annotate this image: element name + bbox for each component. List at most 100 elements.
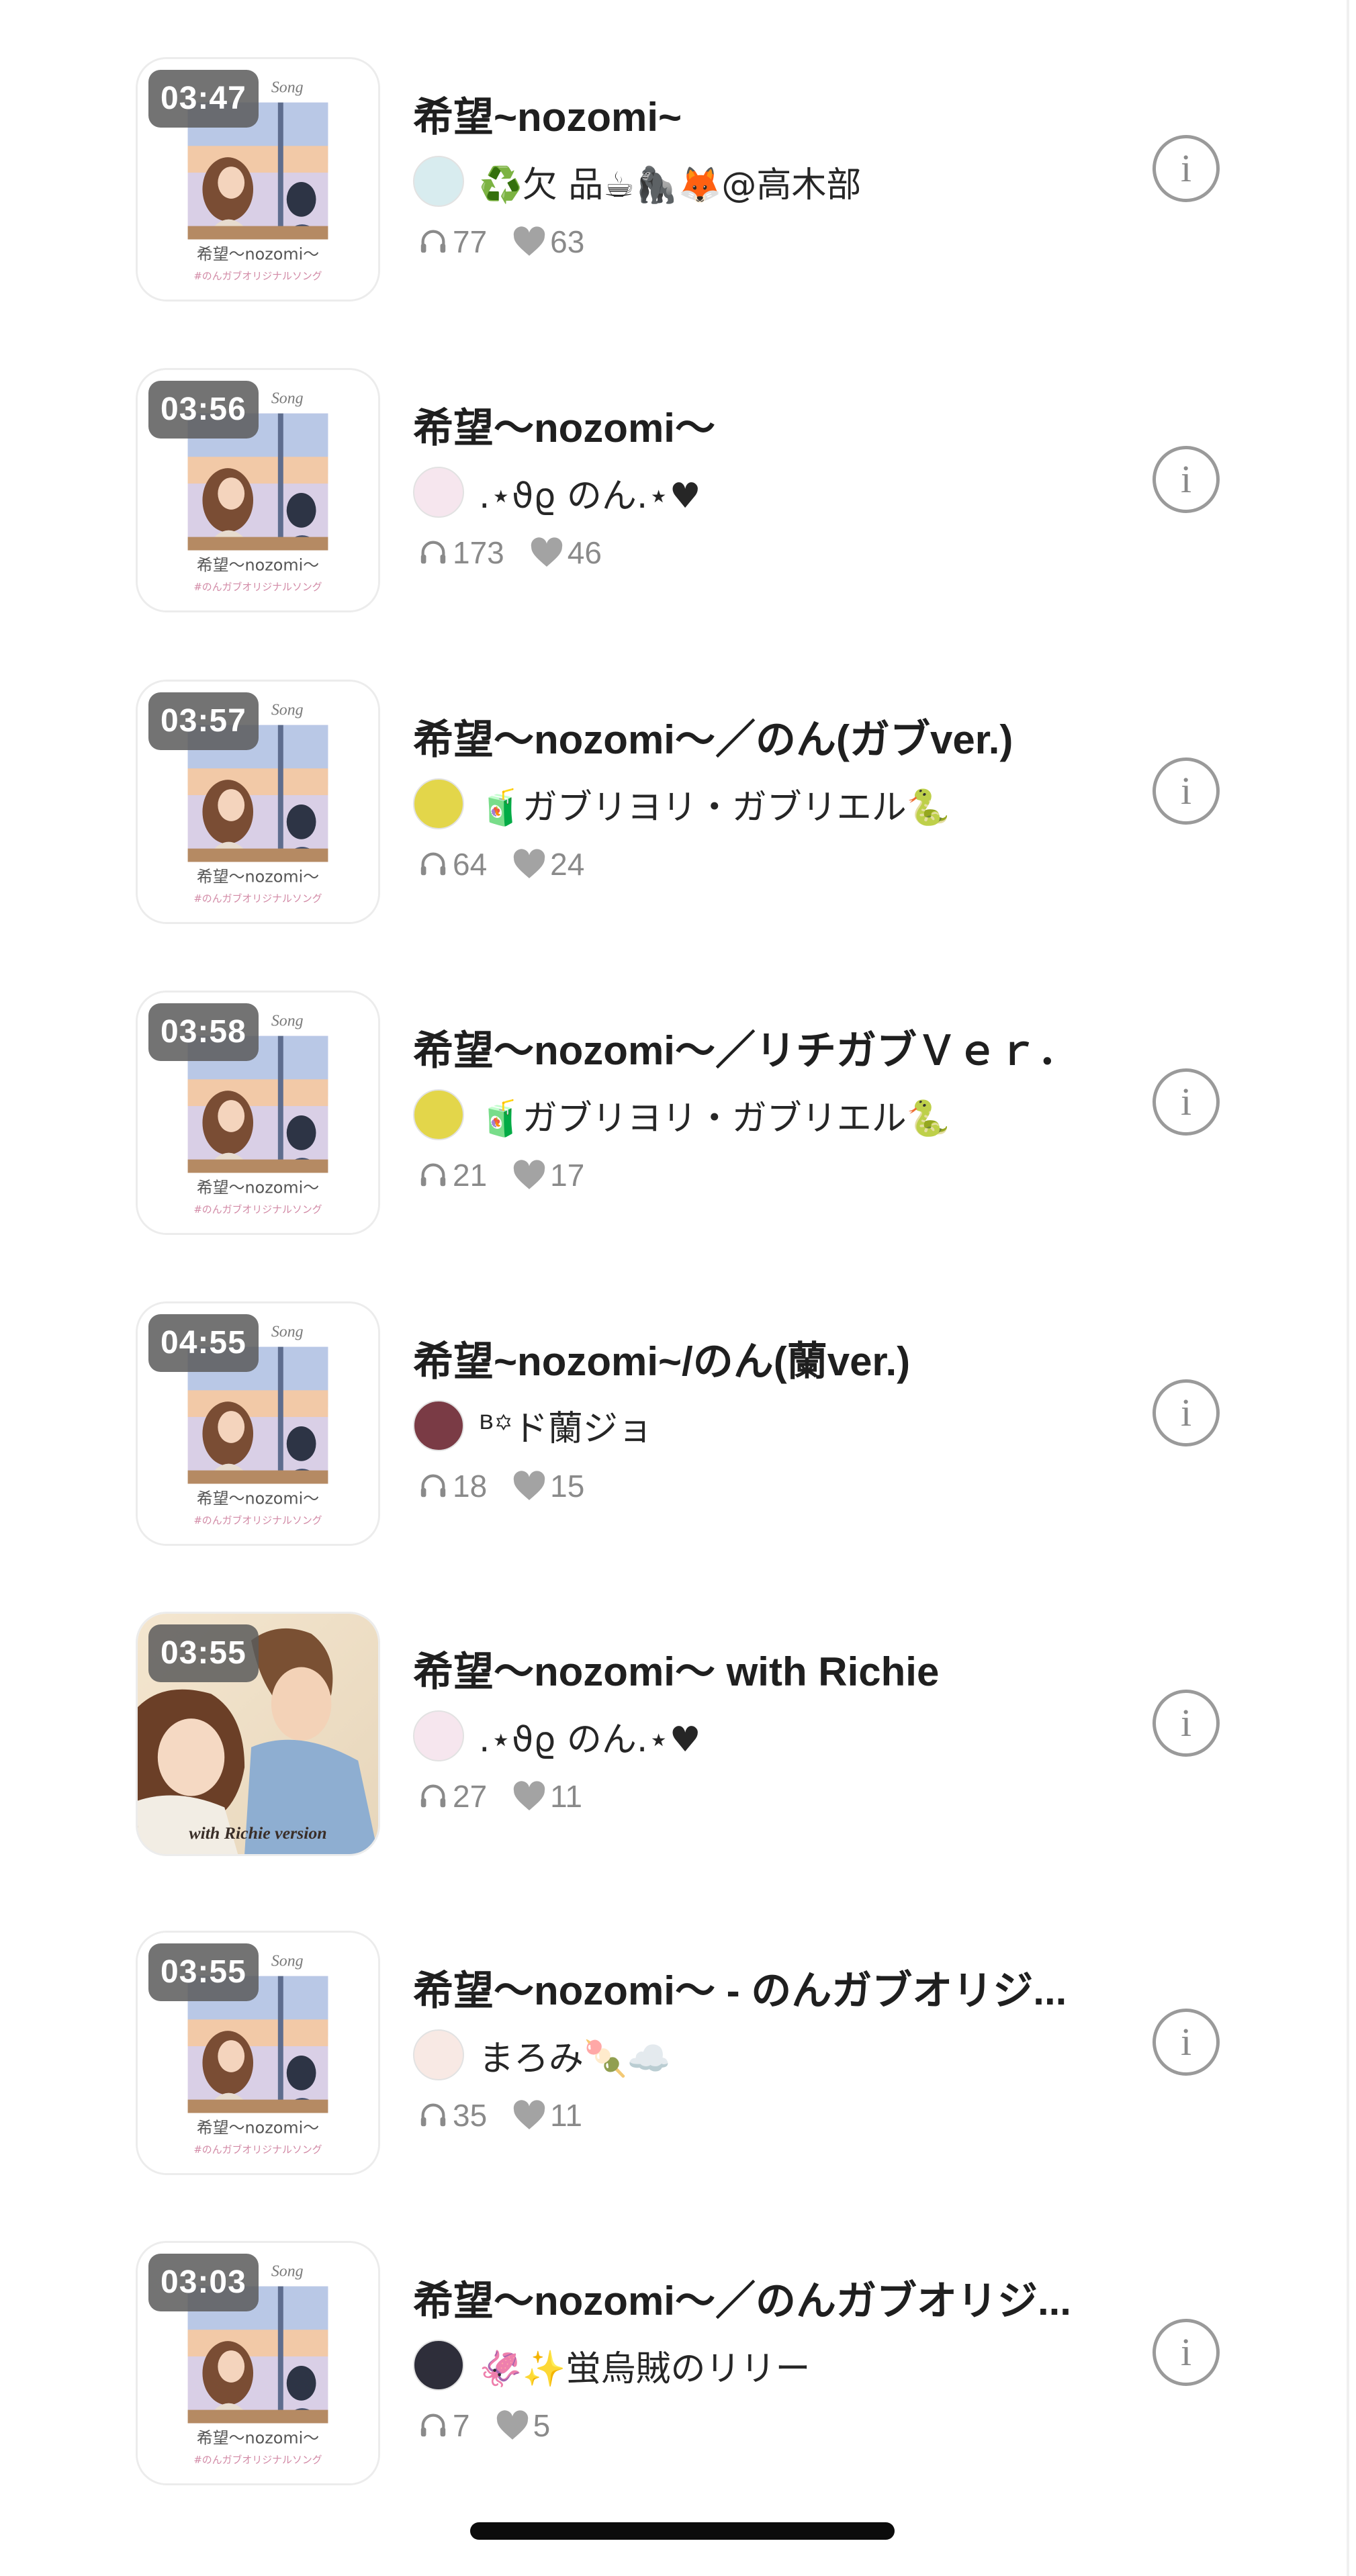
heart-icon (531, 537, 562, 567)
username: 🦑✨蛍烏賊のリリー (479, 2348, 811, 2389)
username: まろみ🍡☁️ (479, 2038, 671, 2079)
track-thumbnail[interactable]: 希望〜nozomi〜 #のんガブオリジナルソング Song 03:57 (136, 680, 380, 924)
duration-badge: 03:56 (148, 381, 259, 439)
track-thumbnail[interactable]: with Richie version 03:55 (136, 1612, 380, 1856)
duration-badge: 03:55 (148, 1624, 259, 1682)
info-icon[interactable]: i (1152, 2319, 1220, 2386)
svg-text:Song: Song (271, 1013, 304, 1030)
track-title[interactable]: 希望~nozomi~/のん(蘭ver.) (413, 1335, 1118, 1389)
svg-text:#のんガブオリジナルソング: #のんガブオリジナルソング (193, 892, 322, 905)
info-icon[interactable]: i (1152, 135, 1220, 202)
like-count: 63 (512, 224, 584, 260)
track-user[interactable]: 🦑✨蛍烏賊のリリー (413, 2338, 811, 2392)
track-user[interactable]: 🧃ガブリヨリ・ガブリエル🐍 (413, 777, 950, 831)
track-thumbnail[interactable]: 希望〜nozomi〜 #のんガブオリジナルソング Song 03:47 (136, 57, 380, 302)
track-title[interactable]: 希望〜nozomi〜 (413, 402, 1118, 455)
duration-badge: 03:03 (148, 2254, 259, 2311)
user-avatar (413, 2340, 464, 2391)
duration-badge: 03:55 (148, 1943, 259, 2001)
track-user[interactable]: 🧃ガブリヨリ・ガブリエル🐍 (413, 1088, 950, 1142)
svg-text:Song: Song (271, 1324, 304, 1341)
play-count: 27 (418, 1778, 487, 1814)
track-thumbnail[interactable]: 希望〜nozomi〜 #のんガブオリジナルソング Song 04:55 (136, 1301, 380, 1546)
track-stats: 173 46 (418, 529, 627, 576)
track-row[interactable]: 希望〜nozomi〜 #のんガブオリジナルソング Song 03:47 希望~n… (0, 57, 1356, 306)
play-count: 64 (418, 846, 487, 882)
track-thumbnail[interactable]: 希望〜nozomi〜 #のんガブオリジナルソング Song 03:03 (136, 2241, 380, 2485)
track-title[interactable]: 希望〜nozomi〜／のんガブオリジ... (413, 2274, 1118, 2328)
user-avatar (413, 156, 464, 207)
svg-text:希望〜nozomi〜: 希望〜nozomi〜 (197, 2428, 319, 2447)
heart-icon (496, 2410, 528, 2440)
like-count-value: 63 (550, 224, 585, 259)
svg-text:#のんガブオリジナルソング: #のんガブオリジナルソング (193, 2144, 322, 2156)
username: 🧃ガブリヨリ・ガブリエル🐍 (479, 1098, 950, 1139)
track-title[interactable]: 希望〜nozomi〜／のん(ガブver.) (413, 713, 1118, 767)
play-count-value: 35 (453, 2098, 488, 2133)
scroll-edge (1347, 0, 1349, 2576)
info-icon[interactable]: i (1152, 1068, 1220, 1136)
user-avatar (413, 1089, 464, 1140)
info-icon[interactable]: i (1152, 1379, 1220, 1446)
like-count-value: 11 (550, 2098, 582, 2133)
info-icon[interactable]: i (1152, 757, 1220, 825)
track-list: 希望〜nozomi〜 #のんガブオリジナルソング Song 03:47 希望~n… (0, 0, 1356, 2576)
svg-text:#のんガブオリジナルソング: #のんガブオリジナルソング (193, 1203, 322, 1215)
track-row[interactable]: 希望〜nozomi〜 #のんガブオリジナルソング Song 03:57 希望〜n… (0, 680, 1356, 928)
track-row[interactable]: 希望〜nozomi〜 #のんガブオリジナルソング Song 03:58 希望〜n… (0, 991, 1356, 1239)
svg-text:#のんガブオリジナルソング: #のんガブオリジナルソング (193, 581, 322, 593)
track-thumbnail[interactable]: 希望〜nozomi〜 #のんガブオリジナルソング Song 03:58 (136, 991, 380, 1235)
track-row[interactable]: 希望〜nozomi〜 #のんガブオリジナルソング Song 03:03 希望〜n… (0, 2241, 1356, 2489)
track-row[interactable]: with Richie version 03:55 希望〜nozomi〜 wit… (0, 1612, 1356, 1860)
play-count-value: 27 (453, 1779, 488, 1814)
track-user[interactable]: .⋆ϑϱ のん.⋆♥ (413, 465, 701, 519)
like-count: 5 (496, 2407, 551, 2444)
play-count-value: 7 (453, 2408, 470, 2443)
username: 🧃ガブリヨリ・ガブリエル🐍 (479, 787, 950, 828)
like-count-value: 24 (550, 847, 585, 882)
like-count: 11 (512, 2097, 582, 2133)
username: ♻️欠 品☕🦍🦊@高木部 (479, 165, 862, 205)
svg-text:希望〜nozomi〜: 希望〜nozomi〜 (197, 1489, 319, 1508)
play-count-value: 18 (453, 1469, 488, 1504)
track-row[interactable]: 希望〜nozomi〜 #のんガブオリジナルソング Song 03:56 希望〜n… (0, 368, 1356, 616)
svg-text:希望〜nozomi〜: 希望〜nozomi〜 (197, 555, 319, 574)
play-count: 18 (418, 1468, 487, 1504)
headphones-icon (420, 1784, 446, 1808)
track-thumbnail[interactable]: 希望〜nozomi〜 #のんガブオリジナルソング Song 03:56 (136, 368, 380, 612)
svg-text:Song: Song (271, 2263, 304, 2281)
info-icon[interactable]: i (1152, 446, 1220, 513)
like-count: 24 (512, 846, 584, 882)
username: .⋆ϑϱ のん.⋆♥ (479, 475, 701, 516)
track-user[interactable]: まろみ🍡☁️ (413, 2028, 671, 2082)
track-user[interactable]: ♻️欠 品☕🦍🦊@高木部 (413, 154, 861, 208)
like-count-value: 5 (533, 2408, 551, 2443)
like-count: 17 (512, 1157, 584, 1193)
track-row[interactable]: 希望〜nozomi〜 #のんガブオリジナルソング Song 04:55 希望~n… (0, 1301, 1356, 1550)
play-count: 7 (418, 2407, 470, 2444)
headphones-icon (420, 2413, 446, 2437)
duration-badge: 03:57 (148, 692, 259, 750)
track-user[interactable]: ᴮ꙳ド蘭ジョ (413, 1399, 653, 1453)
svg-text:Song: Song (271, 1953, 304, 1970)
user-avatar (413, 1710, 464, 1761)
like-count: 46 (530, 535, 602, 571)
info-icon[interactable]: i (1152, 2009, 1220, 2076)
track-user[interactable]: .⋆ϑϱ のん.⋆♥ (413, 1709, 701, 1763)
info-icon[interactable]: i (1152, 1690, 1220, 1757)
track-title[interactable]: 希望〜nozomi〜／リチガブＶｅｒ． (413, 1024, 1118, 1078)
username: .⋆ϑϱ のん.⋆♥ (479, 1719, 701, 1760)
like-count: 15 (512, 1468, 584, 1504)
user-avatar (413, 1400, 464, 1451)
track-row[interactable]: 希望〜nozomi〜 #のんガブオリジナルソング Song 03:55 希望〜n… (0, 1931, 1356, 2179)
headphones-icon (420, 1474, 446, 1498)
play-count-value: 21 (453, 1158, 488, 1193)
track-title[interactable]: 希望~nozomi~ (413, 91, 1118, 144)
like-count-value: 11 (550, 1779, 582, 1814)
track-title[interactable]: 希望〜nozomi〜 - のんガブオリジ... (413, 1964, 1118, 2018)
track-title[interactable]: 希望〜nozomi〜 with Richie (413, 1645, 1118, 1699)
home-indicator[interactable] (470, 2522, 895, 2540)
heart-icon (513, 1160, 545, 1189)
track-thumbnail[interactable]: 希望〜nozomi〜 #のんガブオリジナルソング Song 03:55 (136, 1931, 380, 2175)
duration-badge: 04:55 (148, 1314, 259, 1372)
